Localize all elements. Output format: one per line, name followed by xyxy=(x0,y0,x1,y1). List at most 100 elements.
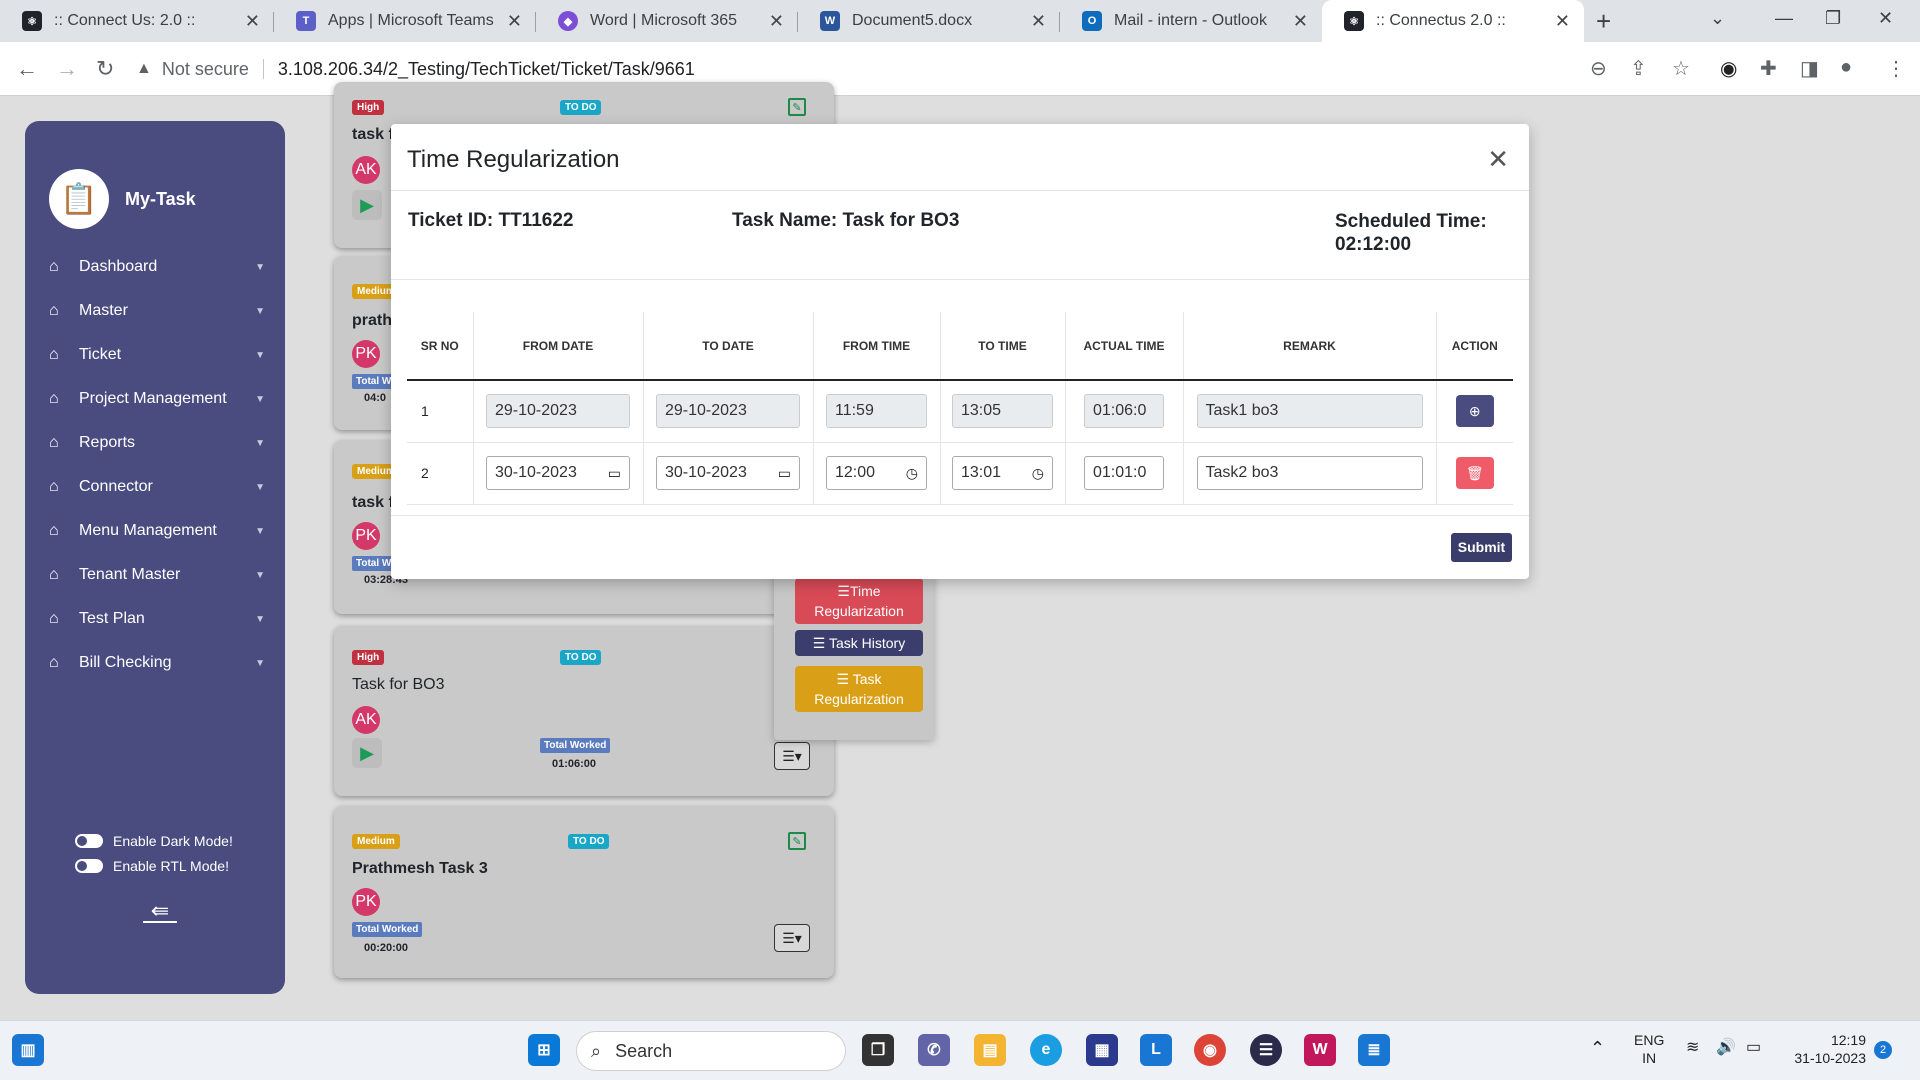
l-app-icon[interactable]: L xyxy=(1140,1034,1172,1066)
region-label: IN xyxy=(1642,1050,1657,1066)
close-tab-icon[interactable]: ✕ xyxy=(507,11,522,32)
zoom-icon[interactable]: ⊖ xyxy=(1590,56,1607,81)
close-tab-icon[interactable]: ✕ xyxy=(1293,11,1308,32)
task-name-info: Task Name: Task for BO3 xyxy=(732,210,959,232)
volume-icon[interactable]: 🔊 xyxy=(1716,1039,1736,1057)
incognito-extension-icon[interactable]: ◉ xyxy=(1720,56,1737,81)
chat-icon[interactable]: ✆ xyxy=(918,1034,950,1066)
sidebar-item-reports[interactable]: ⌂ Reports ▼ xyxy=(49,421,269,465)
language-indicator[interactable]: ENG IN xyxy=(1634,1031,1664,1067)
brand[interactable]: 📋 My-Task xyxy=(49,169,196,229)
warning-icon[interactable]: ▲ xyxy=(136,60,152,78)
calendar-icon[interactable]: ▭ xyxy=(778,457,791,489)
wifi-icon[interactable]: ≋ xyxy=(1686,1039,1699,1057)
sidebar-item-connector[interactable]: ⌂ Connector ▼ xyxy=(49,465,269,509)
browser-tab[interactable]: T Apps | Microsoft Teams cla ✕ xyxy=(274,0,536,42)
chrome-icon[interactable]: ◉ xyxy=(1194,1034,1226,1066)
taskbar-search[interactable]: ⌕ Search xyxy=(576,1031,846,1071)
clock-icon[interactable]: ◷ xyxy=(1032,457,1044,489)
share-icon[interactable]: ⇪ xyxy=(1630,56,1647,81)
edit-icon[interactable]: ✎ xyxy=(788,98,806,116)
home-icon: ⌂ xyxy=(49,434,59,451)
sidebar-item-test-plan[interactable]: ⌂ Test Plan ▼ xyxy=(49,597,269,641)
browser-menu-icon[interactable]: ⋮ xyxy=(1886,56,1906,81)
url-text[interactable]: 3.108.206.34/2_Testing/TechTicket/Ticket… xyxy=(278,59,695,80)
play-icon[interactable]: ▶ xyxy=(352,738,382,768)
column-header: FROM TIME xyxy=(813,312,941,381)
close-tab-icon[interactable]: ✕ xyxy=(1555,11,1570,32)
chevron-up-icon[interactable]: ⌃ xyxy=(1590,1039,1605,1057)
sidebar-item-bill-checking[interactable]: ⌂ Bill Checking ▼ xyxy=(49,641,269,685)
minimize-icon[interactable]: — xyxy=(1775,8,1793,29)
card-menu-button[interactable]: ☰▾ xyxy=(774,924,810,952)
close-tab-icon[interactable]: ✕ xyxy=(1031,11,1046,32)
rtl-mode-toggle[interactable] xyxy=(75,859,103,873)
clock-icon[interactable]: ◷ xyxy=(906,457,918,489)
rtl-mode-toggle-row[interactable]: Enable RTL Mode! xyxy=(75,858,229,874)
security-label[interactable]: Not secure xyxy=(162,59,249,80)
to-date-input[interactable]: 30-10-2023 ▭ xyxy=(656,456,800,490)
caret-down-icon: ▼ xyxy=(255,569,265,581)
browser-tab[interactable]: W Document5.docx ✕ xyxy=(798,0,1060,42)
remark-input[interactable]: Task2 bo3 xyxy=(1196,456,1423,490)
dark-mode-toggle[interactable] xyxy=(75,834,103,848)
close-tab-icon[interactable]: ✕ xyxy=(245,11,260,32)
profile-icon[interactable]: ● xyxy=(1840,56,1852,79)
table-header-row: SR NO FROM DATE TO DATE FROM TIME TO TIM… xyxy=(407,312,1513,381)
back-icon[interactable]: ← xyxy=(16,56,38,82)
file-explorer-icon[interactable]: ▤ xyxy=(974,1034,1006,1066)
close-window-icon[interactable]: ✕ xyxy=(1878,8,1893,29)
sr-no-cell: 1 xyxy=(407,380,474,443)
actual-time-input[interactable]: 01:01:0 xyxy=(1084,456,1164,490)
play-icon[interactable]: ▶ xyxy=(352,190,382,220)
close-icon[interactable]: ✕ xyxy=(1487,146,1509,172)
task-history-button[interactable]: ☰ Task History xyxy=(795,630,923,656)
sidebar-item-master[interactable]: ⌂ Master ▼ xyxy=(49,289,269,333)
clock[interactable]: 12:19 31-10-2023 xyxy=(1786,1031,1866,1067)
store-icon[interactable]: ▦ xyxy=(1086,1034,1118,1066)
home-icon: ⌂ xyxy=(49,566,59,583)
edit-icon[interactable]: ✎ xyxy=(788,832,806,850)
browser-tab[interactable]: O Mail - intern - Outlook ✕ xyxy=(1060,0,1322,42)
from-date-input[interactable]: 30-10-2023 ▭ xyxy=(486,456,630,490)
add-row-button[interactable]: ⊕ xyxy=(1455,395,1494,428)
sidebar-item-label: Connector xyxy=(79,478,153,495)
sidebar-item-project-management[interactable]: ⌂ Project Management ▼ xyxy=(49,377,269,421)
new-tab-icon[interactable]: + xyxy=(1596,6,1611,37)
eclipse-icon[interactable]: ☰ xyxy=(1250,1034,1282,1066)
caret-down-icon: ▼ xyxy=(255,437,265,449)
notepad-icon[interactable]: ≣ xyxy=(1358,1034,1390,1066)
from-time-input[interactable]: 12:00 ◷ xyxy=(826,456,927,490)
sidebar-item-ticket[interactable]: ⌂ Ticket ▼ xyxy=(49,333,269,377)
restore-icon[interactable]: ❐ xyxy=(1825,8,1841,29)
browser-tab[interactable]: ◆ Word | Microsoft 365 ✕ xyxy=(536,0,798,42)
submit-button[interactable]: Submit xyxy=(1451,533,1512,562)
collapse-sidebar-icon[interactable]: ⇚ xyxy=(143,900,177,923)
sidebar-item-tenant-master[interactable]: ⌂ Tenant Master ▼ xyxy=(49,553,269,597)
sidebar-item-menu-management[interactable]: ⌂ Menu Management ▼ xyxy=(49,509,269,553)
task-regularization-button[interactable]: ☰ Task Regularization xyxy=(795,666,923,712)
widgets-icon[interactable]: ▥ xyxy=(12,1034,44,1066)
time-regularization-button[interactable]: ☰Time Regularization xyxy=(795,578,923,624)
edge-icon[interactable]: e xyxy=(1030,1034,1062,1066)
reload-icon[interactable]: ↻ xyxy=(96,56,114,82)
start-icon[interactable]: ⊞ xyxy=(528,1034,560,1066)
sidebar-item-dashboard[interactable]: ⌂ Dashboard ▼ xyxy=(49,245,269,289)
task-view-icon[interactable]: ❐ xyxy=(862,1034,894,1066)
side-panel-icon[interactable]: ◨ xyxy=(1800,56,1819,81)
calendar-icon[interactable]: ▭ xyxy=(608,457,621,489)
wps-icon[interactable]: W xyxy=(1304,1034,1336,1066)
battery-icon[interactable]: ▭ xyxy=(1746,1039,1761,1057)
delete-row-button[interactable]: 🗑 xyxy=(1455,457,1494,489)
bookmark-star-icon[interactable]: ☆ xyxy=(1672,56,1690,81)
to-time-input[interactable]: 13:01 ◷ xyxy=(952,456,1053,490)
forward-icon[interactable]: → xyxy=(56,56,78,82)
card-menu-button[interactable]: ☰▾ xyxy=(774,742,810,770)
close-tab-icon[interactable]: ✕ xyxy=(769,11,784,32)
notification-badge[interactable]: 2 xyxy=(1874,1041,1892,1059)
tab-search-icon[interactable]: ⌄ xyxy=(1710,8,1725,29)
dark-mode-toggle-row[interactable]: Enable Dark Mode! xyxy=(75,833,233,849)
browser-tab-active[interactable]: ⚛ :: Connectus 2.0 :: ✕ xyxy=(1322,0,1584,42)
browser-tab[interactable]: ⚛ :: Connect Us: 2.0 :: ✕ xyxy=(0,0,274,42)
extensions-icon[interactable]: ✚ xyxy=(1760,56,1777,81)
